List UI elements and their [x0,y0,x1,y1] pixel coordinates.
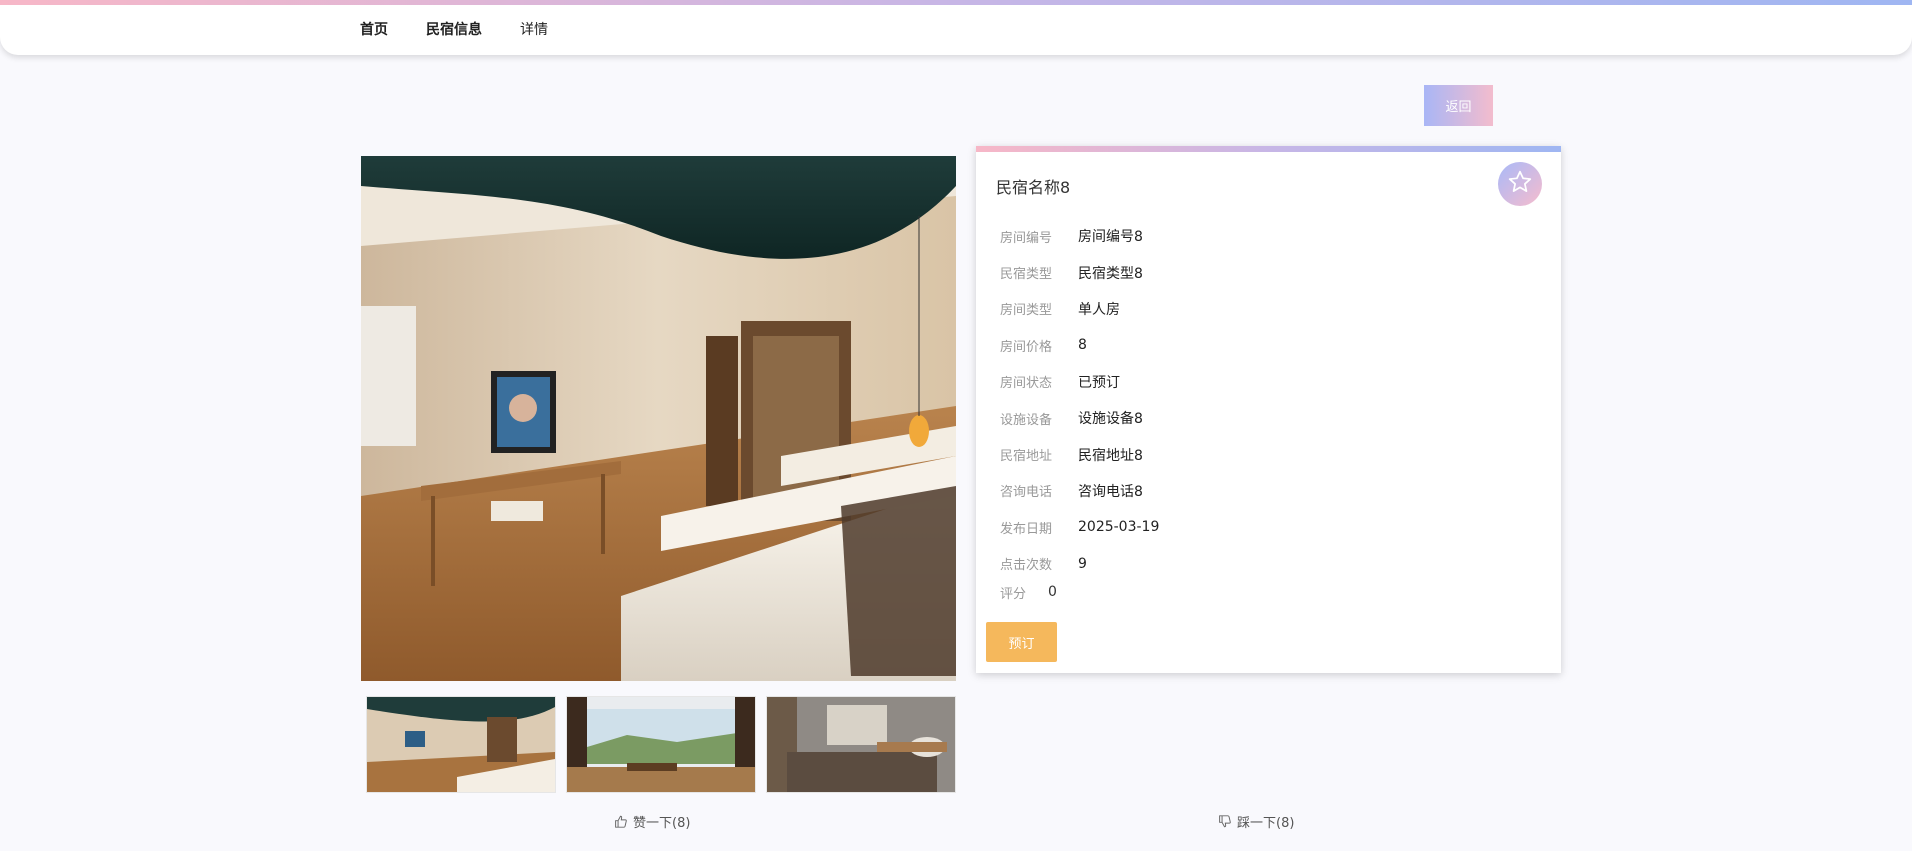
detail-value: 8 [1078,337,1087,354]
favorite-button[interactable] [1498,162,1542,206]
detail-value: 9 [1078,555,1087,572]
detail-label: 点击次数 [1000,558,1053,574]
detail-row-facilities: 设施设备 设施设备8 [1000,400,1159,436]
thumbnail-2[interactable] [566,696,756,793]
detail-row-status: 房间状态 已预订 [1000,364,1159,400]
detail-value: 房间编号8 [1078,229,1143,246]
top-navbar: 首页 民宿信息 详情 [0,0,1912,55]
detail-row-click-count: 点击次数 9 [1000,546,1159,582]
book-button[interactable]: 预订 [986,622,1057,662]
main-room-photo [361,156,956,681]
detail-row-room-no: 房间编号 房间编号8 [1000,218,1159,254]
thumbnail-strip [366,696,966,793]
detail-value: 设施设备8 [1078,411,1143,428]
dislike-button[interactable]: 踩一下(8) [1218,812,1294,831]
thumbs-up-icon [615,815,627,828]
star-icon [1507,169,1533,199]
detail-label: 民宿地址 [1000,449,1053,465]
detail-row-publish-date: 发布日期 2025-03-19 [1000,509,1159,545]
detail-value: 单人房 [1078,301,1120,318]
nav-item-detail[interactable]: 详情 [520,16,548,44]
main-nav: 首页 民宿信息 详情 [360,16,586,44]
detail-label: 设施设备 [1000,412,1053,428]
detail-label: 民宿类型 [1000,267,1053,283]
detail-row-room-type: 房间类型 单人房 [1000,291,1159,327]
detail-label: 房间编号 [1000,230,1053,246]
thumbnail-3[interactable] [766,696,956,793]
detail-label: 咨询电话 [1000,485,1053,501]
homestay-detail-card: 民宿名称8 房间编号 房间编号8 民宿类型 民宿类型8 房间类型 单人房 房间价… [976,146,1561,673]
thumbnail-1[interactable] [366,696,556,793]
detail-row-address: 民宿地址 民宿地址8 [1000,436,1159,472]
detail-row-phone: 咨询电话 咨询电话8 [1000,473,1159,509]
nav-item-homestay-info[interactable]: 民宿信息 [426,16,482,44]
rating-value: 0 [1048,584,1057,600]
nav-item-home[interactable]: 首页 [360,16,388,44]
detail-label: 房间状态 [1000,376,1053,392]
rating-row: 评分 0 [1000,578,1057,606]
detail-value: 民宿类型8 [1078,265,1143,282]
detail-label: 房间类型 [1000,303,1053,319]
detail-value: 民宿地址8 [1078,447,1143,464]
rating-label: 评分 [1000,586,1027,602]
detail-rows: 房间编号 房间编号8 民宿类型 民宿类型8 房间类型 单人房 房间价格 8 房间… [1000,218,1159,582]
homestay-title: 民宿名称8 [996,178,1071,197]
detail-value: 咨询电话8 [1078,483,1143,500]
detail-label: 房间价格 [1000,339,1053,355]
detail-value: 已预订 [1078,374,1120,391]
detail-value: 2025-03-19 [1078,519,1160,536]
like-label: 赞一下(8) [633,816,691,831]
dislike-label: 踩一下(8) [1237,816,1295,831]
detail-row-price: 房间价格 8 [1000,327,1159,363]
back-button[interactable]: 返回 [1424,85,1493,126]
detail-label: 发布日期 [1000,521,1053,537]
detail-row-homestay-type: 民宿类型 民宿类型8 [1000,254,1159,290]
like-button[interactable]: 赞一下(8) [614,812,690,831]
thumbs-down-icon [1219,815,1231,828]
